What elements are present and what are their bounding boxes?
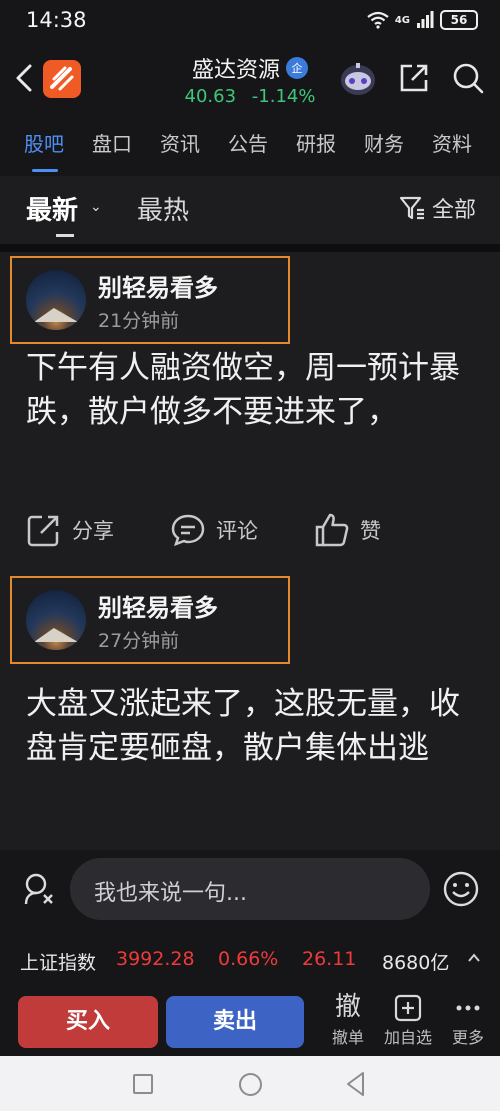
post-time: 27分钟前 <box>98 630 180 652</box>
add-watchlist-label: 加自选 <box>383 1028 432 1047</box>
post-time: 21分钟前 <box>98 310 180 332</box>
index-change-pct: 0.66% <box>218 948 279 970</box>
comment-input[interactable]: 我也来说一句... <box>70 858 430 920</box>
post-card[interactable]: 别轻易看多 27分钟前 大盘又涨起来了，这股无量，收盘肯定要砸盘，散户集体出逃 <box>0 574 500 850</box>
post-card[interactable]: 别轻易看多 21分钟前 下午有人融资做空，周一预计暴跌，散户做多不要进来了， 分… <box>0 252 500 586</box>
like-label: 赞 <box>360 519 381 543</box>
comment-icon <box>171 514 205 547</box>
avatar[interactable] <box>26 590 86 650</box>
back-arrow-icon[interactable] <box>10 60 40 96</box>
more-button[interactable]: 更多 <box>440 990 496 1048</box>
tab-finance[interactable]: 财务 <box>350 118 418 170</box>
stock-change-pct: -1.14% <box>251 86 316 107</box>
tab-profile[interactable]: 资料 <box>418 118 486 170</box>
wifi-icon <box>367 11 389 29</box>
share-label: 分享 <box>72 519 114 543</box>
sort-bar: 最新 ⌄ 最热 全部 <box>0 176 500 244</box>
recent-apps-icon[interactable] <box>133 1074 153 1094</box>
chevron-up-icon[interactable] <box>466 950 482 966</box>
username[interactable]: 别轻易看多 <box>98 588 218 623</box>
status-time: 14:38 <box>26 8 87 32</box>
stock-quote: 40.63 -1.14% <box>150 86 350 107</box>
post-body[interactable]: 下午有人融资做空，周一预计暴跌，散户做多不要进来了， <box>26 346 460 434</box>
filter-icon <box>399 196 424 220</box>
tab-pankou[interactable]: 盘口 <box>78 118 146 170</box>
post-body[interactable]: 大盘又涨起来了，这股无量，收盘肯定要砸盘，散户集体出逃 <box>26 682 460 770</box>
share-action[interactable]: 分享 <box>26 512 114 548</box>
sort-latest[interactable]: 最新 <box>26 190 78 227</box>
index-value: 3992.28 <box>116 948 195 970</box>
back-triangle-icon[interactable] <box>344 1070 366 1098</box>
battery-icon: 56 <box>440 10 478 30</box>
stock-header: 盛达资源 企 40.63 -1.14% <box>0 44 500 114</box>
buy-button[interactable]: 买入 <box>18 996 158 1048</box>
stock-price: 40.63 <box>184 86 237 107</box>
filter-button[interactable]: 全部 <box>398 192 476 224</box>
divider <box>0 244 500 252</box>
add-watchlist-icon <box>380 990 436 1024</box>
like-action[interactable]: 赞 <box>314 512 381 548</box>
chevron-down-icon[interactable]: ⌄ <box>90 199 102 215</box>
comment-action[interactable]: 评论 <box>170 512 258 548</box>
app-screen: 14:38 4G 56 盛达资源 企 40.63 -1.14% 股吧 盘口 资讯… <box>0 0 500 1111</box>
index-ticker[interactable]: 上证指数 3992.28 0.66% 26.11 8680亿 <box>0 936 500 984</box>
avatar[interactable] <box>26 270 86 330</box>
add-watchlist-button[interactable]: 加自选 <box>380 990 436 1048</box>
sell-button[interactable]: 卖出 <box>166 996 304 1048</box>
comment-label: 评论 <box>216 519 258 543</box>
trade-bar: 买入 卖出 撤 撤单 加自选 更多 <box>0 988 500 1056</box>
status-icons: 4G 56 <box>367 10 478 30</box>
network-type: 4G <box>394 14 410 26</box>
stock-name: 盛达资源 <box>191 58 280 83</box>
post-actions: 分享 评论 赞 <box>0 500 500 560</box>
tab-guba[interactable]: 股吧 <box>10 118 78 172</box>
emoji-icon[interactable] <box>442 870 480 908</box>
filter-label: 全部 <box>431 198 476 223</box>
username[interactable]: 别轻易看多 <box>98 268 218 303</box>
system-nav-bar <box>0 1056 500 1111</box>
index-change: 26.11 <box>302 948 357 970</box>
app-logo-icon <box>43 60 81 98</box>
more-label: 更多 <box>451 1028 484 1047</box>
tab-research[interactable]: 研报 <box>282 118 350 170</box>
post-author-highlight[interactable]: 别轻易看多 21分钟前 <box>10 256 290 344</box>
stock-title[interactable]: 盛达资源 企 <box>150 52 350 84</box>
index-turnover: 8680亿 <box>382 952 450 974</box>
index-name: 上证指数 <box>20 952 97 974</box>
sort-hot[interactable]: 最热 <box>137 190 189 227</box>
comment-bar: 我也来说一句... <box>0 850 500 928</box>
enterprise-badge-icon: 企 <box>286 57 308 79</box>
thumbs-up-icon <box>315 513 349 547</box>
post-author-highlight[interactable]: 别轻易看多 27分钟前 <box>10 576 290 664</box>
cancel-order-button[interactable]: 撤 撤单 <box>320 990 376 1048</box>
tab-announcements[interactable]: 公告 <box>214 118 282 170</box>
more-icon <box>440 990 496 1024</box>
share-icon <box>27 515 59 547</box>
section-tabs: 股吧 盘口 资讯 公告 研报 财务 资料 <box>0 118 500 172</box>
sort-underline <box>56 234 74 237</box>
home-icon[interactable] <box>239 1073 262 1096</box>
share-icon[interactable] <box>398 62 430 94</box>
cancel-order-label: 撤单 <box>331 1028 364 1047</box>
tab-news[interactable]: 资讯 <box>146 118 214 170</box>
voice-comment-icon[interactable] <box>22 872 56 906</box>
signal-icon <box>417 11 434 28</box>
search-icon[interactable] <box>452 62 484 94</box>
status-bar: 14:38 4G 56 <box>0 0 500 44</box>
cancel-order-icon: 撤 <box>334 992 361 1022</box>
robot-assistant-icon[interactable] <box>338 60 378 98</box>
